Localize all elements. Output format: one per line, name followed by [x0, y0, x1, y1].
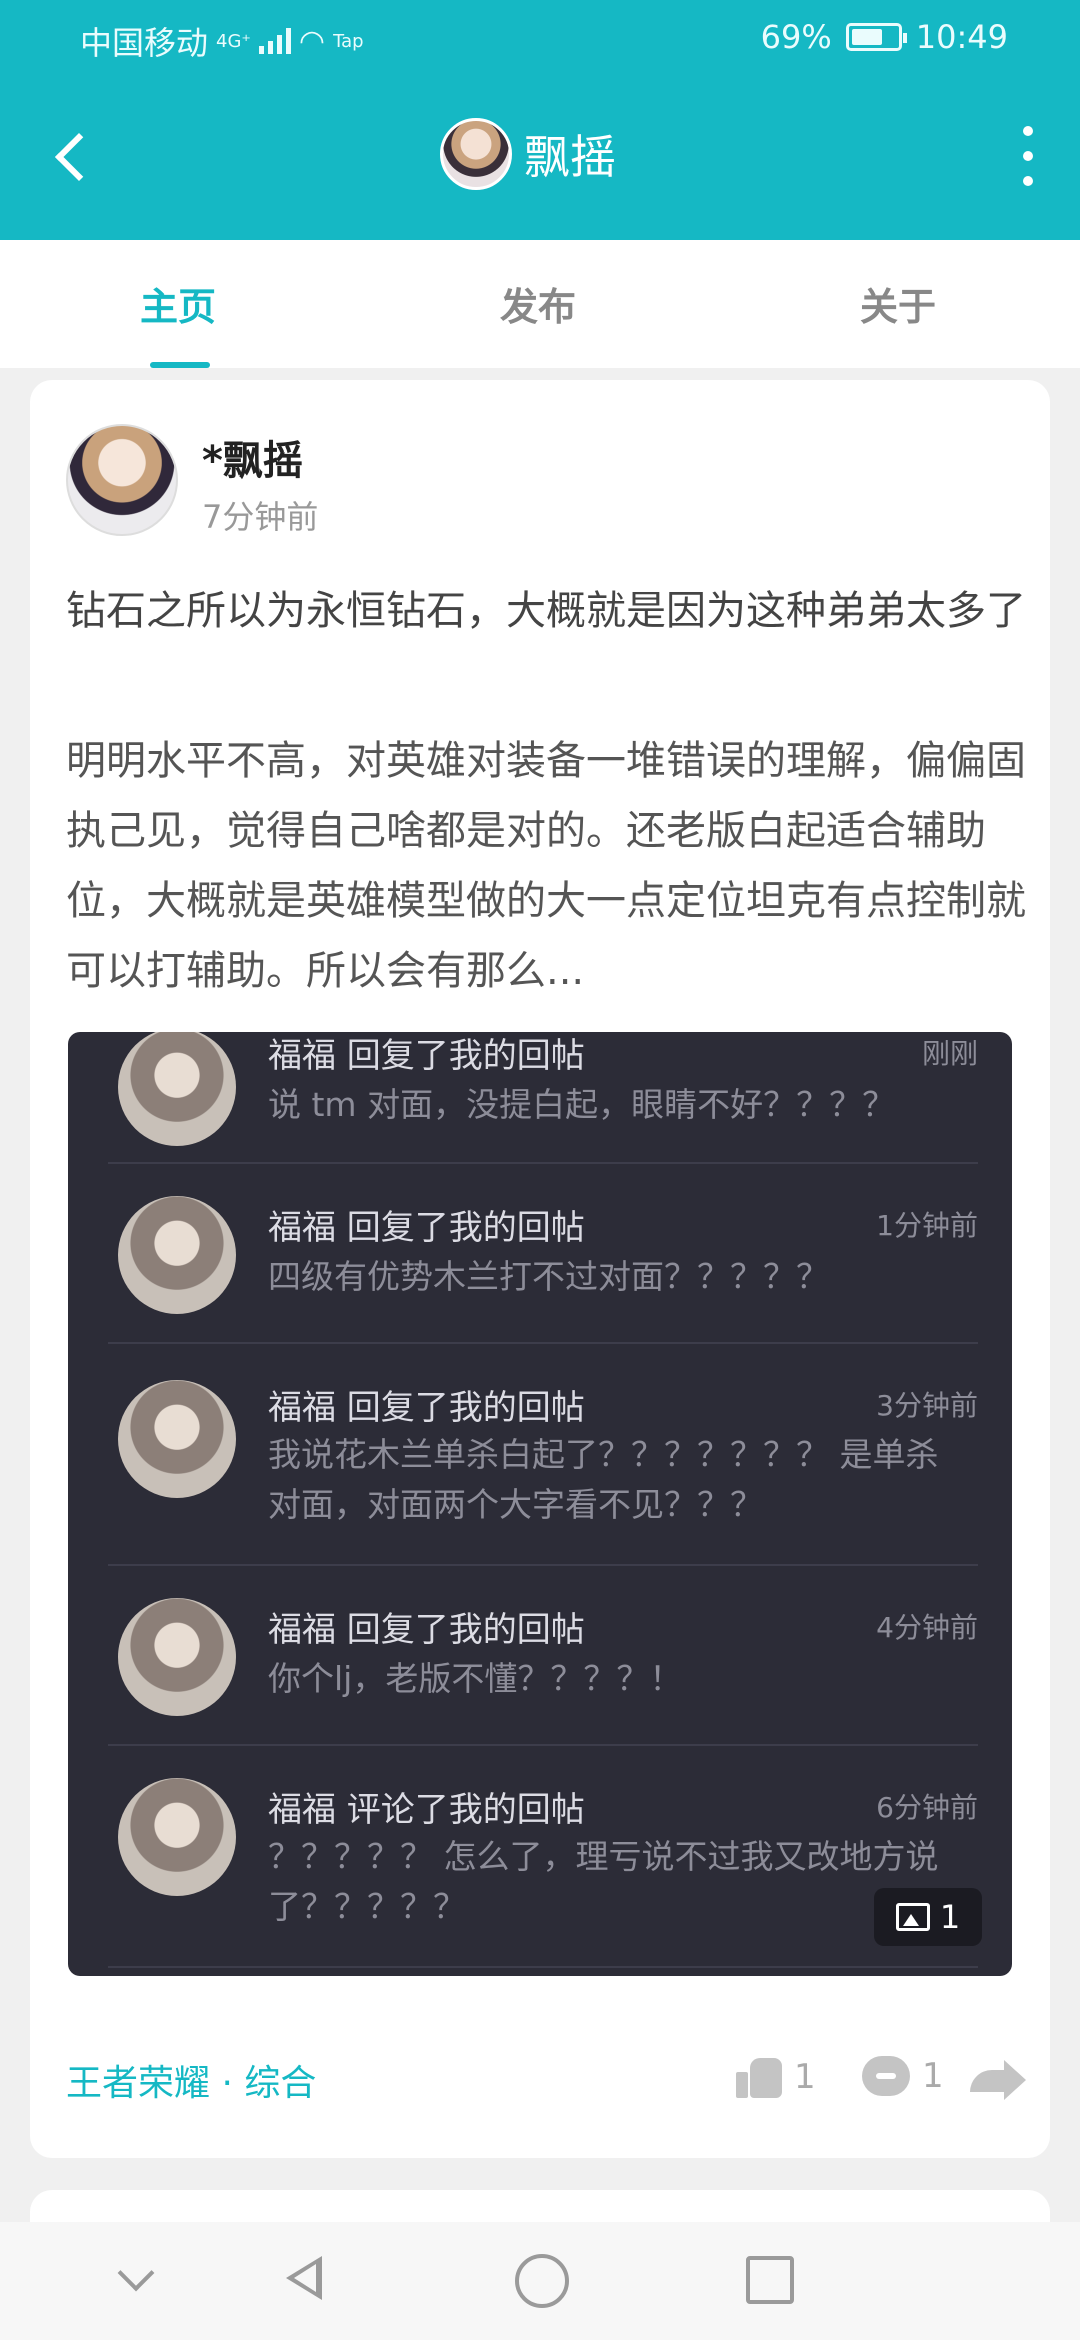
post-body: 明明水平不高，对英雄对装备一堆错误的理解，偏偏固执己见，觉得自己啥都是对的。还老…	[66, 738, 1026, 994]
post-card[interactable]: *飘摇 7分钟前 钻石之所以为永恒钻石，大概就是因为这种弟弟太多了 明明水平不高…	[30, 380, 1050, 2158]
image-count: 1	[939, 1898, 961, 1936]
clock: 10:49	[915, 18, 1008, 56]
chevron-down-icon[interactable]	[100, 2244, 170, 2314]
header: 中国移动 4G⁺ ◠ Tap 69% 10:49 飘摇	[0, 0, 1080, 240]
reply-text: 说 tm 对面，没提白起，眼睛不好？？？？	[268, 1085, 896, 1124]
avatar	[440, 118, 512, 190]
reply-text: 四级有优势木兰打不过对面？？？？？	[268, 1257, 829, 1296]
battery-fill	[851, 29, 883, 45]
like-count: 1	[794, 2057, 816, 2097]
like-button[interactable]: 1	[736, 2056, 816, 2098]
thumbs-up-icon	[736, 2056, 782, 2098]
network-label: 4G⁺	[216, 30, 251, 52]
page-title: 飘摇	[524, 130, 616, 184]
notification-row: 福福 评论了我的回帖 6分钟前 ？？？？？ 怎么了，理亏说不过我又改地方说了？？…	[108, 1746, 978, 1968]
image-count-badge[interactable]: 1	[874, 1888, 982, 1946]
more-vertical-icon[interactable]	[1016, 126, 1040, 186]
reply-text: ？？？？？ 怎么了，理亏说不过我又改地方说了？？？？？	[268, 1837, 939, 1926]
home-circle-icon[interactable]	[505, 2244, 575, 2314]
battery-percent: 69%	[760, 18, 832, 56]
comment-button[interactable]: 1	[862, 2056, 944, 2096]
status-bar: 中国移动 4G⁺ ◠ Tap 69% 10:49	[0, 0, 1080, 72]
notification-row: 福福 回复了我的回帖 刚刚 说 tm 对面，没提白起，眼睛不好？？？？	[108, 1032, 978, 1164]
wifi-icon: ◠	[298, 23, 326, 59]
reply-avatar	[118, 1778, 236, 1896]
battery-icon	[845, 23, 907, 51]
reply-time: 3分钟前	[876, 1389, 978, 1422]
author-avatar[interactable]	[66, 424, 178, 536]
notification-row: 福福 回复了我的回帖 3分钟前 我说花木兰单杀白起了？？？？？？？ 是单杀对面，…	[108, 1344, 978, 1566]
reply-text: 你个lj，老版不懂？？？？！	[268, 1659, 683, 1698]
notification-row: 福福 回复了我的回帖 1分钟前 四级有优势木兰打不过对面？？？？？	[108, 1164, 978, 1344]
reply-time: 刚刚	[921, 1037, 978, 1070]
status-right: 69% 10:49	[761, 18, 1008, 56]
reply-title: 福福 回复了我的回帖	[268, 1610, 585, 1650]
chevron-left-icon[interactable]	[44, 120, 114, 190]
post-time: 7分钟前	[202, 498, 319, 536]
reply-text: 我说花木兰单杀白起了？？？？？？？ 是单杀对面，对面两个大字看不见？？？	[268, 1435, 939, 1524]
post-title: 钻石之所以为永恒钻石，大概就是因为这种弟弟太多了	[66, 588, 1026, 634]
reply-time: 1分钟前	[876, 1209, 978, 1242]
reply-time: 4分钟前	[876, 1611, 978, 1644]
reply-title: 福福 回复了我的回帖	[268, 1208, 585, 1248]
tab-posts[interactable]: 发布	[500, 276, 576, 331]
tab-indicator	[150, 362, 210, 368]
reply-avatar	[118, 1380, 236, 1498]
post-footer: 王者荣耀 · 综合 1 1	[66, 2048, 1026, 2108]
tab-home[interactable]: 主页	[140, 276, 216, 331]
image-icon	[895, 1903, 930, 1931]
reply-title: 福福 回复了我的回帖	[268, 1036, 585, 1076]
profile-title[interactable]: 飘摇	[440, 118, 616, 190]
system-nav-bar	[0, 2222, 1080, 2340]
comment-icon	[862, 2056, 910, 2096]
reply-avatar	[118, 1032, 236, 1146]
tab-bar: 主页 发布 关于	[0, 240, 1080, 368]
post-image[interactable]: 福福 回复了我的回帖 刚刚 说 tm 对面，没提白起，眼睛不好？？？？ 福福 回…	[68, 1032, 1012, 1976]
recent-apps-icon[interactable]	[734, 2244, 804, 2314]
reply-title: 福福 回复了我的回帖	[268, 1388, 585, 1428]
reply-time: 6分钟前	[876, 1791, 978, 1824]
carrier-label: 中国移动	[80, 24, 209, 62]
status-left: 中国移动 4G⁺ ◠ Tap	[80, 18, 364, 64]
back-triangle-icon[interactable]	[272, 2244, 342, 2314]
topic-tag[interactable]: 王者荣耀 · 综合	[66, 2054, 316, 2106]
reply-title: 福福 评论了我的回帖	[268, 1790, 585, 1830]
tab-about[interactable]: 关于	[860, 276, 936, 331]
tap-label: Tap	[333, 30, 364, 52]
author-name[interactable]: *飘摇	[202, 428, 303, 486]
app-bar: 飘摇	[0, 110, 1080, 200]
reply-avatar	[118, 1196, 236, 1314]
comment-count: 1	[922, 2056, 944, 2096]
reply-avatar	[118, 1598, 236, 1716]
signal-icon	[258, 28, 291, 54]
share-button[interactable]	[970, 2056, 1026, 2100]
share-icon	[970, 2056, 1026, 2100]
notification-row: 福福 回复了我的回帖 4分钟前 你个lj，老版不懂？？？？！	[108, 1566, 978, 1746]
